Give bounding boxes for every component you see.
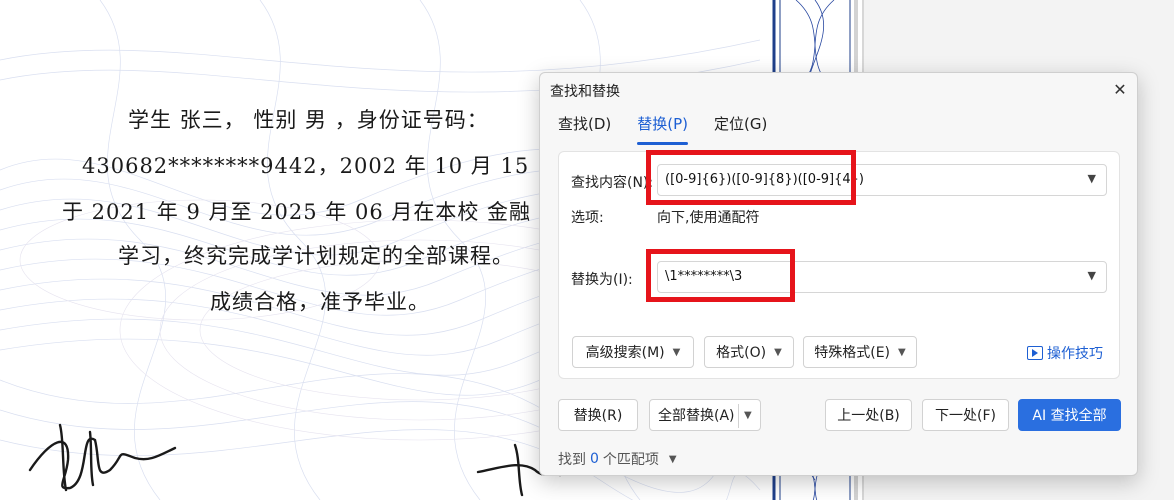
options-label: 选项: [571, 210, 604, 226]
chevron-down-icon[interactable]: ▼ [1088, 172, 1096, 185]
find-replace-dialog: 查找和替换 ✕ 查找(D) 替换(P) 定位(G) 查找内容(N): ([0-9… [539, 72, 1138, 476]
tips-link[interactable]: 操作技巧 [1027, 343, 1103, 363]
certificate-line-4: 学习，终究完成学计划规定的全部课程。 [118, 244, 514, 268]
special-format-label: 特殊格式(E) [814, 345, 891, 361]
find-all-label: AI 查找全部 [1032, 408, 1107, 424]
status-suffix: 个匹配项 [602, 452, 659, 468]
next-button[interactable]: 下一处(F) [922, 399, 1009, 431]
certificate-line-1: 学生 张三， 性别 男 ，身份证号码： [128, 108, 489, 132]
advanced-search-label: 高级搜索(M) [585, 345, 665, 361]
format-label: 格式(O) [716, 345, 767, 361]
tab-goto[interactable]: 定位(G) [714, 113, 767, 137]
tab-replace[interactable]: 替换(P) [637, 113, 688, 145]
certificate-line-2: 430682********9442，2002 年 10 月 15 日 生 [82, 154, 589, 178]
signature-left [28, 437, 177, 490]
replace-all-label: 全部替换(A) [658, 408, 735, 424]
previous-button[interactable]: 上一处(B) [825, 399, 912, 431]
replace-button[interactable]: 替换(R) [558, 399, 638, 431]
match-status[interactable]: 找到 0 个匹配项 ▼ [558, 449, 677, 469]
replace-button-label: 替换(R) [573, 408, 623, 424]
certificate-line-5: 成绩合格，准予毕业。 [210, 290, 430, 314]
options-value: 向下,使用通配符 [657, 210, 760, 226]
replace-all-button[interactable]: 全部替换(A) ▼ [649, 399, 761, 431]
match-count: 0 [590, 451, 599, 467]
play-icon [1027, 346, 1043, 360]
chevron-down-icon[interactable]: ▼ [744, 410, 752, 421]
tips-label: 操作技巧 [1047, 346, 1103, 362]
replace-input-value: \1********\3 [665, 269, 743, 284]
chevron-down-icon: ▼ [898, 346, 906, 358]
status-prefix: 找到 [558, 452, 586, 468]
advanced-search-button[interactable]: 高级搜索(M) ▼ [572, 336, 694, 368]
format-button[interactable]: 格式(O) ▼ [704, 336, 794, 368]
chevron-down-icon: ▼ [668, 453, 677, 465]
dialog-tabs: 查找(D) 替换(P) 定位(G) [558, 113, 767, 145]
next-label: 下一处(F) [935, 408, 996, 424]
replace-input[interactable]: \1********\3 ▼ [657, 261, 1107, 293]
find-label: 查找内容(N): [571, 175, 654, 191]
certificate-line-3: 于 2021 年 9 月至 2025 年 06 月在本校 金融 [62, 200, 532, 224]
close-icon[interactable]: ✕ [1109, 79, 1131, 101]
chevron-down-icon: ▼ [672, 346, 681, 358]
dialog-title: 查找和替换 [550, 84, 620, 100]
replace-label: 替换为(I): [571, 272, 633, 288]
split-divider [738, 404, 739, 428]
special-format-button[interactable]: 特殊格式(E) ▼ [803, 336, 917, 368]
chevron-down-icon[interactable]: ▼ [1088, 269, 1096, 282]
find-all-button[interactable]: AI 查找全部 [1018, 399, 1121, 431]
tab-find[interactable]: 查找(D) [558, 113, 611, 137]
find-input-value: ([0-9]{6})([0-9]{8})([0-9]{4}) [665, 172, 864, 187]
find-input[interactable]: ([0-9]{6})([0-9]{8})([0-9]{4}) ▼ [657, 164, 1107, 196]
previous-label: 上一处(B) [837, 408, 900, 424]
chevron-down-icon: ▼ [774, 346, 782, 358]
